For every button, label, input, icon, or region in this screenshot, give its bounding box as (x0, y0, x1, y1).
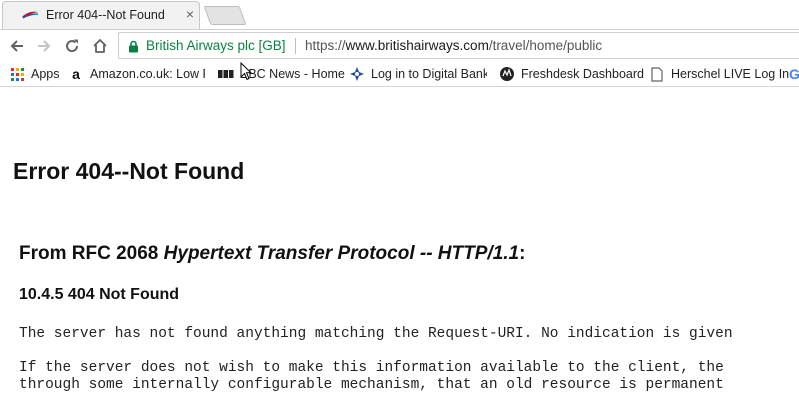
bookmark-amazon[interactable]: a Amazon.co.uk: Low Pr (68, 65, 205, 83)
rfc-heading: From RFC 2068 Hypertext Transfer Protoco… (19, 243, 525, 265)
freshdesk-icon (499, 66, 515, 82)
url-host: www.britishairways.com (345, 38, 489, 53)
bank-icon (349, 66, 365, 82)
tab-close-icon[interactable]: × (182, 6, 198, 22)
amazon-icon: a (72, 66, 80, 82)
bookmark-label: Amazon.co.uk: Low Pr (90, 67, 205, 81)
back-arrow-icon (10, 40, 23, 52)
bookmark-digital-bank[interactable]: Log in to Digital Bank (349, 65, 487, 83)
reload-button[interactable] (60, 34, 84, 58)
rfc-prefix: From RFC 2068 (19, 243, 164, 264)
section-heading: 10.4.5 404 Not Found (19, 286, 180, 303)
address-bar[interactable]: British Airways plc [GB] https://www.bri… (118, 32, 799, 59)
forward-button[interactable] (32, 34, 56, 58)
bookmark-herschel[interactable]: Herschel LIVE Log In (649, 65, 789, 83)
google-icon: G (789, 66, 799, 82)
new-tab-button[interactable] (203, 6, 247, 25)
home-icon (93, 39, 107, 53)
bbc-icon (218, 66, 234, 82)
url-scheme: https:// (305, 38, 346, 53)
ev-certificate-label[interactable]: British Airways plc [GB] (146, 38, 286, 53)
reload-icon (66, 39, 79, 53)
paragraph-2-line-2: through some internally configurable mec… (19, 377, 724, 393)
url-path: /travel/home/public (488, 38, 603, 53)
bookmark-label: Freshdesk Dashboard (521, 67, 644, 81)
paragraph-2-line-1: If the server does not wish to make this… (19, 360, 724, 376)
british-airways-speedmarque-icon (22, 11, 39, 19)
apps-grid-icon (9, 66, 25, 82)
mouse-cursor-icon (240, 62, 252, 81)
paragraph-1: The server has not found anything matchi… (19, 326, 733, 342)
bookmarks-bar: Apps a Amazon.co.uk: Low Pr BBC News - H… (0, 62, 799, 87)
active-tab[interactable]: Error 404--Not Found × (2, 1, 200, 29)
home-button[interactable] (88, 34, 112, 58)
tab-strip: Error 404--Not Found × (0, 0, 799, 30)
page-content: Error 404--Not Found From RFC 2068 Hyper… (0, 87, 799, 414)
bookmark-google[interactable]: G (789, 65, 799, 83)
url-text[interactable]: https://www.britishairways.com/travel/ho… (305, 38, 602, 53)
bookmark-bbc[interactable]: BBC News - Home (218, 65, 345, 83)
omnibox-divider (295, 38, 296, 54)
bookmark-freshdesk[interactable]: Freshdesk Dashboard (499, 65, 644, 83)
forward-arrow-icon (38, 40, 51, 52)
bookmark-label: Log in to Digital Bank (371, 67, 487, 81)
bookmark-label: Apps (31, 67, 60, 81)
bookmark-label: Herschel LIVE Log In (671, 67, 790, 81)
tab-title: Error 404--Not Found (46, 8, 165, 22)
lock-icon (129, 40, 138, 53)
bookmark-label: BBC News - Home (240, 67, 345, 81)
rfc-title: Hypertext Transfer Protocol -- HTTP/1.1 (163, 243, 520, 264)
rfc-suffix: : (519, 243, 526, 264)
page-icon (649, 66, 665, 82)
bookmark-apps[interactable]: Apps (9, 65, 60, 83)
back-button[interactable] (5, 34, 29, 58)
page-heading: Error 404--Not Found (13, 158, 245, 184)
browser-toolbar: British Airways plc [GB] https://www.bri… (0, 30, 799, 62)
